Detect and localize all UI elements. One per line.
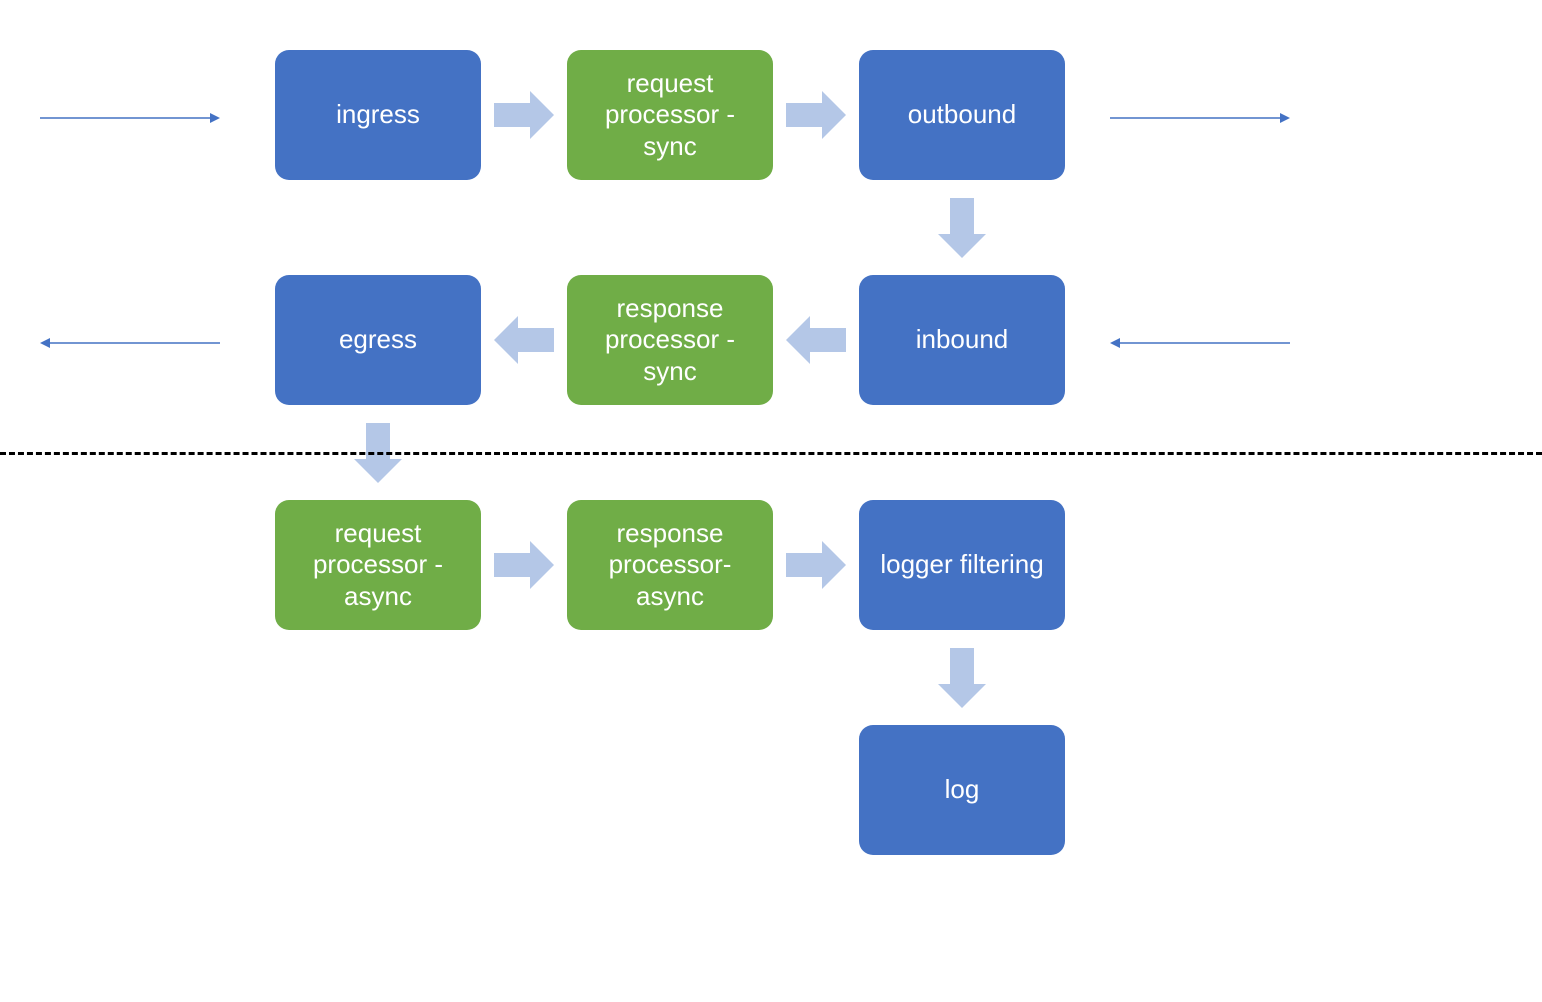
block-arrow-down-3 xyxy=(938,648,986,708)
node-ingress: ingress xyxy=(275,50,481,180)
block-arrow-down-1 xyxy=(938,198,986,258)
node-label: response processor- async xyxy=(585,518,755,612)
node-resp-processor-sync: response processor - sync xyxy=(567,275,773,405)
node-label: inbound xyxy=(916,324,1009,355)
block-arrow-right-1 xyxy=(494,91,554,139)
block-arrow-left-2 xyxy=(494,316,554,364)
node-log: log xyxy=(859,725,1065,855)
block-arrow-right-4 xyxy=(786,541,846,589)
node-req-processor-sync: request processor - sync xyxy=(567,50,773,180)
node-req-processor-async: request processor - async xyxy=(275,500,481,630)
thin-arrow-in-row2 xyxy=(1110,337,1290,349)
node-inbound: inbound xyxy=(859,275,1065,405)
node-label: log xyxy=(945,774,980,805)
thin-arrow-out-row2 xyxy=(40,337,220,349)
node-logger-filtering: logger filtering xyxy=(859,500,1065,630)
node-label: egress xyxy=(339,324,417,355)
node-outbound: outbound xyxy=(859,50,1065,180)
block-arrow-left-1 xyxy=(786,316,846,364)
node-egress: egress xyxy=(275,275,481,405)
node-resp-processor-async: response processor- async xyxy=(567,500,773,630)
block-arrow-right-2 xyxy=(786,91,846,139)
node-label: request processor - sync xyxy=(585,68,755,162)
node-label: response processor - sync xyxy=(585,293,755,387)
node-label: logger filtering xyxy=(880,549,1043,580)
thin-arrow-out-row1 xyxy=(1110,112,1290,124)
block-arrow-right-3 xyxy=(494,541,554,589)
node-label: outbound xyxy=(908,99,1016,130)
thin-arrow-in-row1 xyxy=(40,112,220,124)
node-label: request processor - async xyxy=(293,518,463,612)
node-label: ingress xyxy=(336,99,420,130)
dashed-divider xyxy=(0,452,1542,455)
